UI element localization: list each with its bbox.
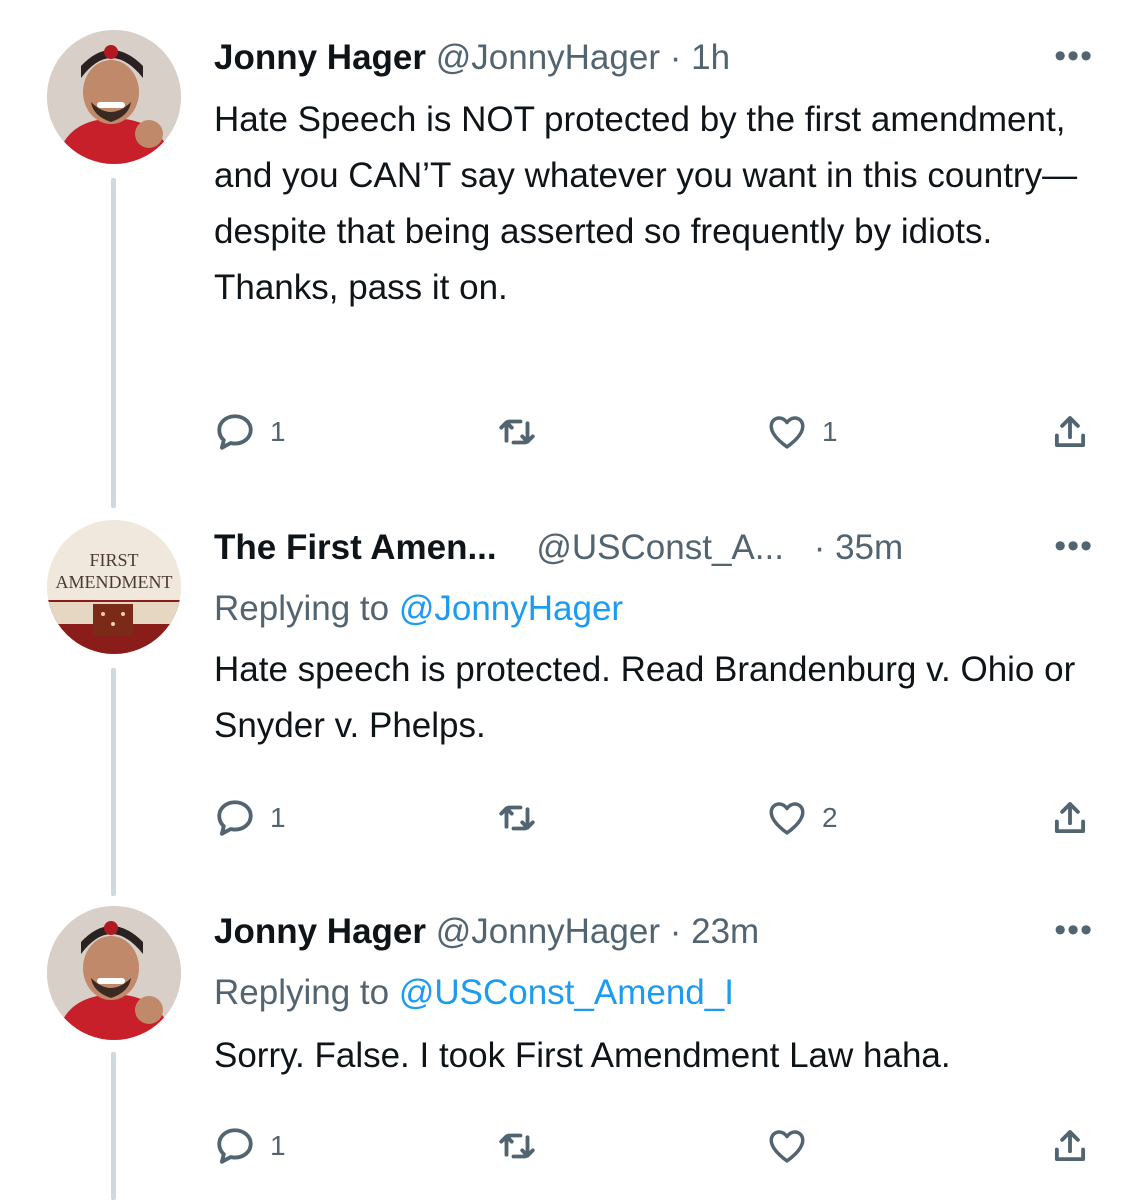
share-icon <box>1054 802 1086 834</box>
author-handle[interactable]: @USConst_A... <box>536 528 784 567</box>
retweet-button[interactable] <box>496 796 552 840</box>
reply-icon <box>217 1128 253 1164</box>
share-icon <box>1054 416 1086 448</box>
man-red-hoodie-avatar <box>47 906 181 1040</box>
author-handle[interactable]: @JonnyHager <box>436 38 660 77</box>
like-count: 1 <box>822 416 838 447</box>
timestamp[interactable]: · 35m <box>814 528 903 567</box>
like-count: 2 <box>822 802 838 833</box>
share-icon <box>1054 1130 1086 1162</box>
reply-button[interactable]: 1 <box>214 410 286 454</box>
share-button[interactable] <box>1049 410 1091 454</box>
avatar-logo-text: AMENDMENT <box>56 572 173 592</box>
tweet[interactable]: Jonny Hager @JonnyHager · 1h ••• Hate Sp… <box>0 0 1145 500</box>
author-handle[interactable]: @JonnyHager <box>436 912 660 951</box>
retweet-icon <box>499 419 535 445</box>
like-button[interactable]: 2 <box>766 796 838 840</box>
avatar[interactable] <box>47 906 181 1040</box>
retweet-button[interactable] <box>496 1124 552 1168</box>
retweet-icon <box>499 805 535 831</box>
heart-icon <box>769 416 805 449</box>
reply-count: 1 <box>270 802 286 833</box>
tweet-text: Sorry. False. I took First Amendment Law… <box>214 1036 951 1075</box>
more-icon[interactable]: ••• <box>1054 34 1093 78</box>
tweet-actions: 1 1 <box>214 410 1094 454</box>
author-name[interactable]: Jonny Hager <box>214 912 426 951</box>
tweet-actions: 1 2 <box>214 796 1094 840</box>
first-amendment-logo-avatar: FIRST AMENDMENT <box>47 520 181 654</box>
share-button[interactable] <box>1049 796 1091 840</box>
share-button[interactable] <box>1049 1124 1091 1168</box>
tweet[interactable]: FIRST AMENDMENT The First Amen... @USCon… <box>0 500 1145 880</box>
replying-to-label: Replying to <box>214 589 399 628</box>
tweet-text: Hate speech is protected. Read Brandenbu… <box>214 650 1076 745</box>
author-name[interactable]: The First Amen... <box>214 528 497 567</box>
reply-icon <box>217 414 253 450</box>
timestamp[interactable]: · 1h <box>660 38 730 77</box>
reply-count: 1 <box>270 416 286 447</box>
more-icon[interactable]: ••• <box>1054 908 1093 952</box>
man-red-hoodie-avatar <box>47 30 181 164</box>
avatar[interactable] <box>47 30 181 164</box>
more-icon[interactable]: ••• <box>1054 524 1093 568</box>
reply-context: Replying to @USConst_Amend_I <box>214 970 734 1016</box>
avatar-logo-text: FIRST <box>89 550 138 570</box>
reply-to-link[interactable]: @JonnyHager <box>399 589 623 628</box>
reply-context: Replying to @JonnyHager <box>214 586 623 632</box>
timestamp[interactable]: · 23m <box>660 912 759 951</box>
reply-count: 1 <box>270 1130 286 1161</box>
tweet[interactable]: Jonny Hager @JonnyHager · 23m ••• Replyi… <box>0 880 1145 1200</box>
tweet-text: Hate Speech is NOT protected by the firs… <box>214 100 1078 307</box>
heart-icon <box>769 1130 805 1163</box>
retweet-icon <box>499 1133 535 1159</box>
reply-button[interactable]: 1 <box>214 796 286 840</box>
reply-icon <box>217 800 253 836</box>
tweet-actions: 1 <box>214 1124 1094 1168</box>
avatar[interactable]: FIRST AMENDMENT <box>47 520 181 654</box>
like-button[interactable] <box>766 1124 822 1168</box>
like-button[interactable]: 1 <box>766 410 838 454</box>
retweet-button[interactable] <box>496 410 552 454</box>
heart-icon <box>769 802 805 835</box>
replying-to-label: Replying to <box>214 973 399 1012</box>
author-name[interactable]: Jonny Hager <box>214 38 426 77</box>
reply-to-link[interactable]: @USConst_Amend_I <box>399 973 734 1012</box>
reply-button[interactable]: 1 <box>214 1124 286 1168</box>
